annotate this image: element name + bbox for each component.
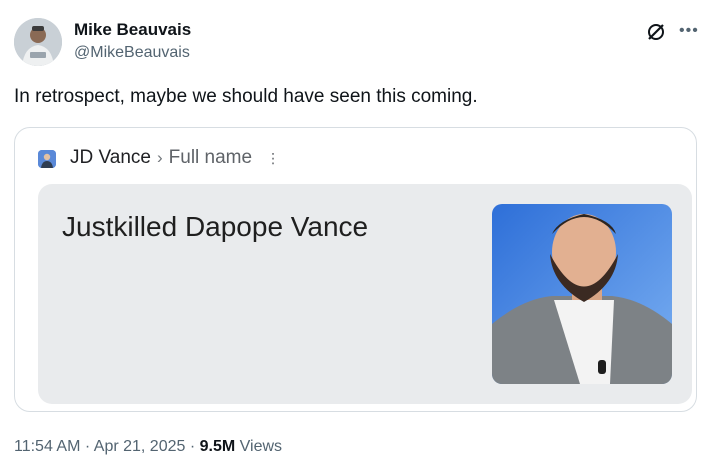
grok-icon[interactable] [646,22,666,42]
meta-dot: · [189,438,200,455]
author-handle[interactable]: @MikeBeauvais [74,44,190,62]
person-photo-image [492,204,672,384]
breadcrumb-name[interactable]: JD Vance [70,147,151,169]
views-count: 9.5M [199,438,236,455]
views-label: Views [239,438,283,455]
kebab-icon[interactable]: ⋮ [266,150,280,167]
avatar-image [14,18,62,66]
author-name[interactable]: Mike Beauvais [74,20,191,40]
tweet-date[interactable]: Apr 21, 2025 [94,438,186,455]
tweet-time[interactable]: 11:54 AM [14,438,80,455]
more-icon[interactable]: ••• [679,22,699,40]
source-avatar-image [38,150,56,168]
meta-dot: · [84,438,94,455]
tweet-text: In retrospect, maybe we should have seen… [14,86,478,107]
breadcrumb-separator: › [156,148,163,167]
tweet-meta: 11:54 AM · Apr 21, 2025 · 9.5M Views [14,438,282,456]
source-avatar [38,150,56,168]
search-breadcrumb: JD Vance › Full name ⋮ [70,147,280,169]
breadcrumb-label: Full name [168,147,253,168]
result-title: Justkilled Dapope Vance [62,211,369,242]
person-photo [492,204,672,384]
author-avatar[interactable] [14,18,62,66]
